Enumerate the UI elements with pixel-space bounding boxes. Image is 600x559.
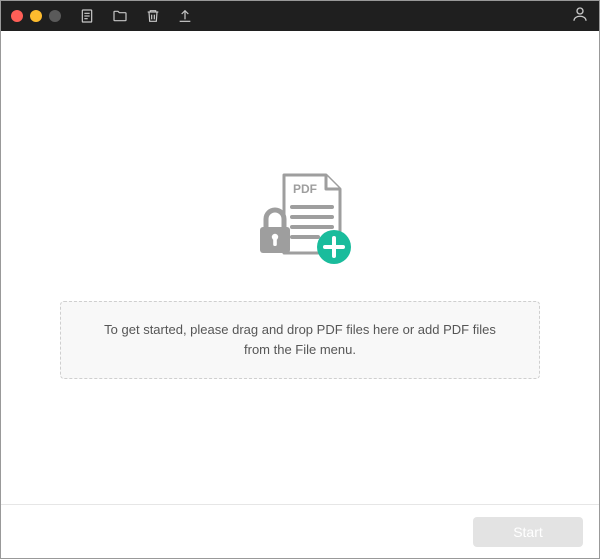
user-icon[interactable] xyxy=(571,5,589,28)
dropzone[interactable]: To get started, please drag and drop PDF… xyxy=(60,301,540,379)
empty-state-illustration: PDF xyxy=(240,171,360,271)
window-controls xyxy=(11,10,61,22)
toolbar xyxy=(79,8,193,24)
trash-icon[interactable] xyxy=(145,8,161,24)
add-icon xyxy=(317,230,351,264)
minimize-window-button[interactable] xyxy=(30,10,42,22)
start-button[interactable]: Start xyxy=(473,517,583,547)
pdf-label: PDF xyxy=(293,182,317,196)
footer: Start xyxy=(1,504,599,558)
document-icon[interactable] xyxy=(79,8,95,24)
titlebar xyxy=(1,1,599,31)
close-window-button[interactable] xyxy=(11,10,23,22)
maximize-window-button[interactable] xyxy=(49,10,61,22)
app-window: PDF xyxy=(0,0,600,559)
dropzone-text: To get started, please drag and drop PDF… xyxy=(104,322,496,357)
upload-icon[interactable] xyxy=(177,8,193,24)
main-content: PDF xyxy=(1,31,599,504)
folder-icon[interactable] xyxy=(111,8,129,24)
lock-icon xyxy=(260,210,290,253)
